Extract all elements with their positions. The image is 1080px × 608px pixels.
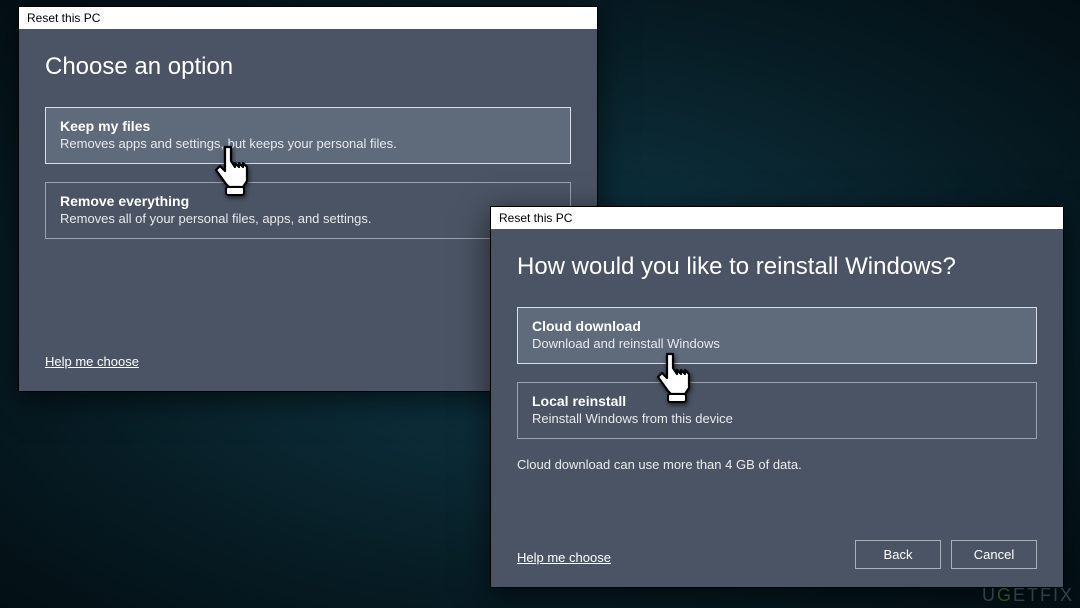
dialog-buttons: Back Cancel bbox=[855, 540, 1037, 569]
dialog-titlebar: Reset this PC bbox=[19, 7, 597, 29]
option-description: Reinstall Windows from this device bbox=[532, 411, 1022, 426]
dialog-body: How would you like to reinstall Windows?… bbox=[491, 229, 1063, 587]
page-heading: Choose an option bbox=[45, 53, 571, 81]
option-title: Cloud download bbox=[532, 318, 1022, 334]
option-description: Removes all of your personal files, apps… bbox=[60, 211, 556, 226]
option-local-reinstall[interactable]: Local reinstall Reinstall Windows from t… bbox=[517, 382, 1037, 439]
option-keep-my-files[interactable]: Keep my files Removes apps and settings,… bbox=[45, 107, 571, 164]
cancel-button[interactable]: Cancel bbox=[951, 540, 1037, 569]
dialog-title: Reset this PC bbox=[27, 11, 100, 25]
help-me-choose-link[interactable]: Help me choose bbox=[517, 550, 611, 565]
page-heading: How would you like to reinstall Windows? bbox=[517, 253, 1037, 281]
reset-pc-dialog-reinstall-method: Reset this PC How would you like to rein… bbox=[490, 206, 1064, 588]
back-button[interactable]: Back bbox=[855, 540, 941, 569]
watermark-logo: UGETFIX bbox=[982, 585, 1074, 606]
option-cloud-download[interactable]: Cloud download Download and reinstall Wi… bbox=[517, 307, 1037, 364]
option-description: Download and reinstall Windows bbox=[532, 336, 1022, 351]
data-usage-note: Cloud download can use more than 4 GB of… bbox=[517, 457, 1037, 472]
option-title: Keep my files bbox=[60, 118, 556, 134]
option-title: Local reinstall bbox=[532, 393, 1022, 409]
help-me-choose-link[interactable]: Help me choose bbox=[45, 354, 139, 369]
option-title: Remove everything bbox=[60, 193, 556, 209]
dialog-title: Reset this PC bbox=[499, 211, 572, 225]
option-description: Removes apps and settings, but keeps you… bbox=[60, 136, 556, 151]
dialog-titlebar: Reset this PC bbox=[491, 207, 1063, 229]
